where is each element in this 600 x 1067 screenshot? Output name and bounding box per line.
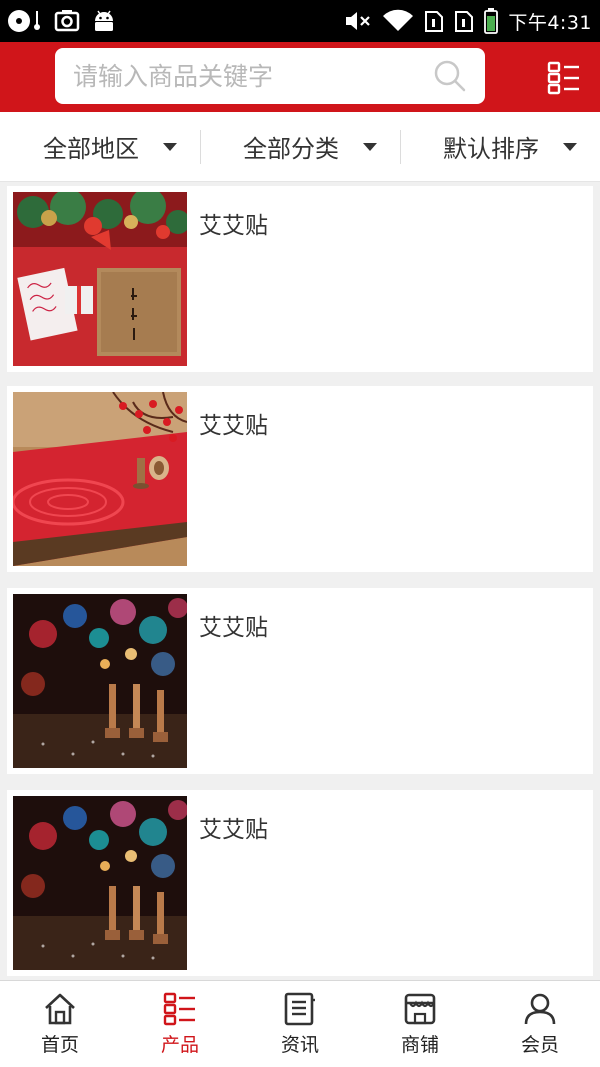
filter-region[interactable]: 全部地区 xyxy=(0,112,200,181)
tab-news[interactable]: 资讯 xyxy=(240,981,360,1067)
wifi-icon xyxy=(382,9,414,33)
filter-sort[interactable]: 默认排序 xyxy=(400,112,600,181)
product-item[interactable]: 艾艾贴 xyxy=(7,186,593,372)
product-item[interactable]: 艾艾贴 xyxy=(7,588,593,774)
product-title[interactable]: 艾艾贴 xyxy=(199,406,268,566)
home-icon xyxy=(43,992,77,1026)
filter-region-label: 全部地区 xyxy=(43,135,139,163)
bottom-tab-bar: 首页 产品 资讯 商铺 会员 xyxy=(0,980,600,1067)
battery-icon xyxy=(484,8,499,34)
status-time: 下午4:31 xyxy=(508,11,592,34)
search-icon[interactable] xyxy=(433,59,467,93)
product-image[interactable] xyxy=(13,192,187,366)
tab-products-label: 产品 xyxy=(160,1033,199,1056)
product-image[interactable] xyxy=(13,392,187,566)
filter-sort-label: 默认排序 xyxy=(443,135,539,163)
product-image[interactable] xyxy=(13,796,187,970)
media-icon xyxy=(6,7,42,35)
tab-news-label: 资讯 xyxy=(280,1033,319,1056)
screenshot-icon xyxy=(54,9,80,33)
product-title[interactable]: 艾艾贴 xyxy=(199,608,268,768)
product-list-icon xyxy=(163,992,197,1026)
tab-products[interactable]: 产品 xyxy=(120,981,240,1067)
status-bar-right: 下午4:31 xyxy=(344,8,592,35)
sim2-icon xyxy=(454,9,474,33)
tab-shops[interactable]: 商铺 xyxy=(360,981,480,1067)
tab-member-label: 会员 xyxy=(520,1033,559,1056)
product-title[interactable]: 艾艾贴 xyxy=(199,206,268,366)
android-icon xyxy=(92,9,116,33)
caret-down-icon xyxy=(563,142,577,151)
filter-bar: 全部地区 全部分类 默认排序 xyxy=(0,112,600,182)
shop-icon xyxy=(403,992,437,1026)
search-input[interactable] xyxy=(73,61,433,91)
mute-icon xyxy=(344,9,372,33)
app-header xyxy=(0,42,600,112)
news-icon xyxy=(283,992,317,1026)
caret-down-icon xyxy=(163,142,177,151)
product-image[interactable] xyxy=(13,594,187,768)
status-bar: 下午4:31 xyxy=(0,0,600,42)
member-icon xyxy=(523,992,557,1026)
sim1-icon xyxy=(424,9,444,33)
tab-home-label: 首页 xyxy=(40,1033,79,1056)
product-item[interactable]: 艾艾贴 xyxy=(7,386,593,572)
tab-member[interactable]: 会员 xyxy=(480,981,600,1067)
product-item[interactable]: 艾艾贴 xyxy=(7,790,593,976)
tab-shops-label: 商铺 xyxy=(400,1033,439,1056)
category-menu-icon[interactable] xyxy=(546,60,582,96)
filter-category-label: 全部分类 xyxy=(243,135,339,163)
filter-category[interactable]: 全部分类 xyxy=(200,112,400,181)
search-box[interactable] xyxy=(55,48,485,104)
status-bar-left xyxy=(6,7,116,35)
product-list[interactable]: 艾艾贴 艾艾贴 艾艾贴 艾艾贴 xyxy=(0,182,600,980)
tab-home[interactable]: 首页 xyxy=(0,981,120,1067)
product-title[interactable]: 艾艾贴 xyxy=(199,810,268,970)
caret-down-icon xyxy=(363,142,377,151)
